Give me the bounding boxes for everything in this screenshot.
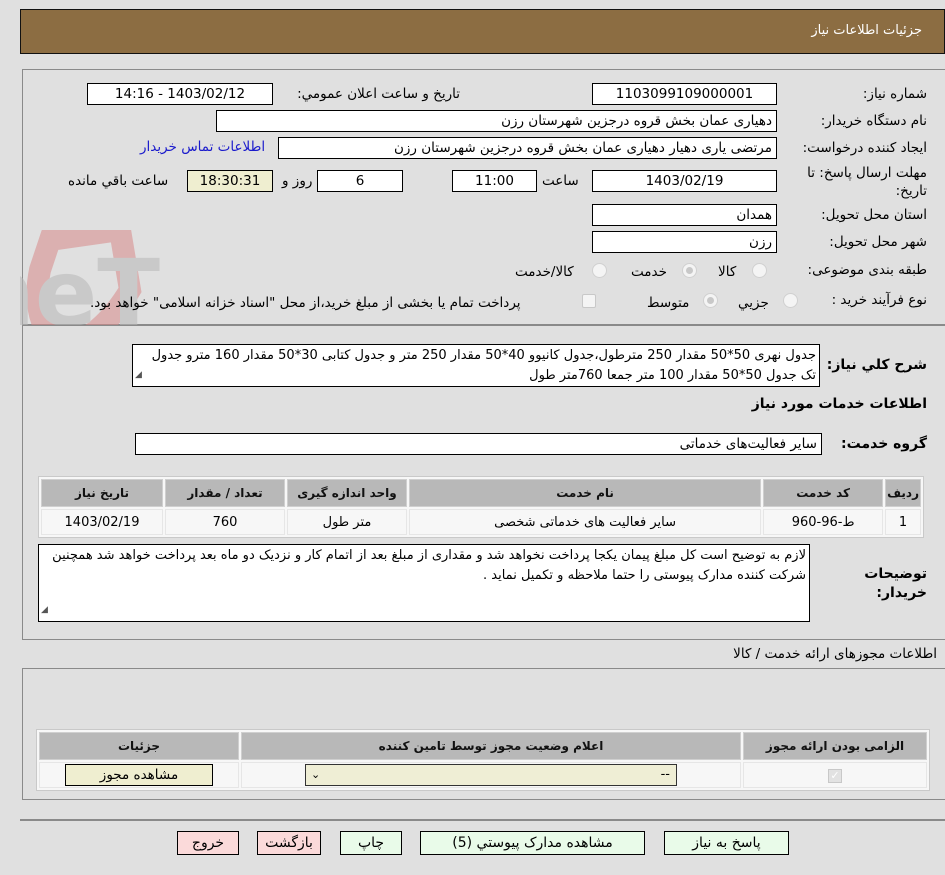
page-title: جزئیات اطلاعات نیاز bbox=[811, 23, 922, 38]
need-info-panel bbox=[22, 69, 945, 325]
announce-datetime-field: 1403/02/12 - 14:16 bbox=[87, 83, 273, 105]
exit-button[interactable]: خروج bbox=[177, 831, 239, 855]
category-label: طبقه بندی موضوعی: bbox=[807, 262, 927, 278]
deadline-time-field: 11:00 bbox=[452, 170, 537, 192]
service-group-field: سایر فعالیت‌های خدماتی bbox=[135, 433, 822, 455]
purchase-type-label: نوع فرآیند خرید : bbox=[831, 292, 927, 308]
category-radio-goods-service[interactable] bbox=[592, 263, 607, 278]
respond-button[interactable]: پاسخ به نیاز bbox=[664, 831, 789, 855]
description-label: شرح کلي نیاز: bbox=[826, 357, 927, 373]
buyer-org-field: دهیاری عمان بخش قروه درجزین شهرستان رزن bbox=[216, 110, 777, 132]
buyer-contact-link[interactable]: اطلاعات تماس خریدار bbox=[140, 139, 265, 155]
province-label: استان محل تحویل: bbox=[821, 207, 927, 223]
need-number-field: 1103099109000001 bbox=[592, 83, 777, 105]
col-code: کد خدمت bbox=[763, 479, 884, 507]
services-section-title: اطلاعات خدمات مورد نیاز bbox=[751, 396, 927, 412]
cell-status: -- ⌄ bbox=[241, 762, 741, 788]
buyer-notes-label: توضیحات bbox=[864, 566, 927, 582]
cell-qty: 760 bbox=[165, 509, 285, 535]
category-radio-service[interactable] bbox=[682, 263, 697, 278]
permits-table-header: الزامی بودن ارائه مجوز اعلام وضعیت مجوز … bbox=[39, 732, 927, 760]
description-textarea[interactable]: جدول نهری 50*50 مقدار 250 مترطول،جدول کا… bbox=[132, 344, 820, 387]
buyer-notes-textarea[interactable]: لازم به توضیح است کل مبلغ پیمان یکجا پرد… bbox=[38, 544, 810, 622]
city-field: رزن bbox=[592, 231, 777, 253]
deadline-time-label: ساعت bbox=[542, 173, 579, 189]
purchase-medium-label: متوسط bbox=[647, 295, 690, 311]
required-checkbox: ✓ bbox=[828, 768, 842, 783]
cell-code: ط-96-960 bbox=[763, 509, 884, 535]
remaining-label: ساعت باقي مانده bbox=[68, 173, 169, 189]
col-details: جزئیات bbox=[39, 732, 239, 760]
deadline-label: مهلت ارسال پاسخ: تا bbox=[807, 165, 927, 181]
remaining-time-field: 18:30:31 bbox=[187, 170, 273, 192]
buyer-notes-text: لازم به توضیح است کل مبلغ پیمان یکجا پرد… bbox=[52, 548, 806, 583]
city-label: شهر محل تحویل: bbox=[829, 234, 927, 250]
treasury-checkbox[interactable] bbox=[582, 294, 596, 308]
cell-row: 1 bbox=[885, 509, 921, 535]
cell-date: 1403/02/19 bbox=[41, 509, 163, 535]
resize-grip-icon[interactable]: ◢ bbox=[41, 600, 48, 620]
col-status: اعلام وضعیت مجوز توسط تامین کننده bbox=[241, 732, 741, 760]
purchase-minor-label: جزیي bbox=[738, 295, 769, 311]
deadline-label-2: تاریخ: bbox=[895, 183, 927, 199]
permit-status-value: -- bbox=[660, 767, 670, 782]
view-permit-button[interactable]: مشاهده مجوز bbox=[65, 764, 213, 786]
category-radio-goods[interactable] bbox=[752, 263, 767, 278]
need-number-label: شماره نیاز: bbox=[862, 86, 927, 102]
chevron-down-icon: ⌄ bbox=[311, 768, 321, 781]
permits-section-title: اطلاعات مجوزهای ارائه خدمت / کالا bbox=[733, 646, 937, 662]
col-name: نام خدمت bbox=[409, 479, 762, 507]
col-required: الزامی بودن ارائه مجوز bbox=[743, 732, 927, 760]
purchase-radio-medium[interactable] bbox=[703, 293, 718, 308]
requester-label: ایجاد کننده درخواست: bbox=[802, 140, 927, 156]
divider bbox=[20, 819, 945, 821]
category-service-label: خدمت bbox=[631, 264, 667, 280]
resize-grip-icon[interactable]: ◢ bbox=[135, 365, 142, 385]
buyer-org-label: نام دستگاه خریدار: bbox=[820, 113, 927, 129]
description-text: جدول نهری 50*50 مقدار 250 مترطول،جدول کا… bbox=[151, 348, 816, 383]
category-goods-service-label: کالا/خدمت bbox=[515, 264, 574, 280]
requester-field: مرتضی یاری دهیار دهیاری عمان بخش قروه در… bbox=[278, 137, 777, 159]
treasury-note: پرداخت تمام یا بخشی از مبلغ خرید،از محل … bbox=[90, 295, 521, 311]
remaining-days-field: 6 bbox=[317, 170, 403, 192]
category-goods-label: کالا bbox=[718, 264, 737, 280]
table-row: ✓ -- ⌄ مشاهده مجوز bbox=[39, 762, 927, 788]
cell-name: سایر فعالیت های خدماتی شخصی bbox=[409, 509, 762, 535]
service-group-label: گروه خدمت: bbox=[841, 436, 927, 452]
purchase-radio-minor[interactable] bbox=[783, 293, 798, 308]
back-button[interactable]: بازگشت bbox=[257, 831, 321, 855]
print-button[interactable]: چاپ bbox=[340, 831, 402, 855]
province-field: همدان bbox=[592, 204, 777, 226]
cell-details: مشاهده مجوز bbox=[39, 762, 239, 788]
buyer-notes-label-2: خریدار: bbox=[876, 585, 927, 601]
view-attachments-button[interactable]: مشاهده مدارک پیوستي (5) bbox=[420, 831, 645, 855]
col-unit: واحد اندازه گیری bbox=[287, 479, 407, 507]
cell-unit: متر طول bbox=[287, 509, 407, 535]
col-row: ردیف bbox=[885, 479, 921, 507]
announce-datetime-label: تاریخ و ساعت اعلان عمومي: bbox=[297, 86, 460, 102]
cell-required: ✓ bbox=[743, 762, 927, 788]
services-table-header: ردیف کد خدمت نام خدمت واحد اندازه گیری ت… bbox=[41, 479, 921, 507]
deadline-date-field: 1403/02/19 bbox=[592, 170, 777, 192]
page-header: جزئیات اطلاعات نیاز bbox=[20, 9, 945, 54]
col-qty: تعداد / مقدار bbox=[165, 479, 285, 507]
services-table: ردیف کد خدمت نام خدمت واحد اندازه گیری ت… bbox=[38, 476, 924, 538]
permits-table: الزامی بودن ارائه مجوز اعلام وضعیت مجوز … bbox=[36, 729, 930, 791]
permit-status-select[interactable]: -- ⌄ bbox=[305, 764, 677, 786]
days-label: روز و bbox=[282, 173, 313, 189]
col-date: تاریخ نیاز bbox=[41, 479, 163, 507]
table-row: 1 ط-96-960 سایر فعالیت های خدماتی شخصی م… bbox=[41, 509, 921, 535]
